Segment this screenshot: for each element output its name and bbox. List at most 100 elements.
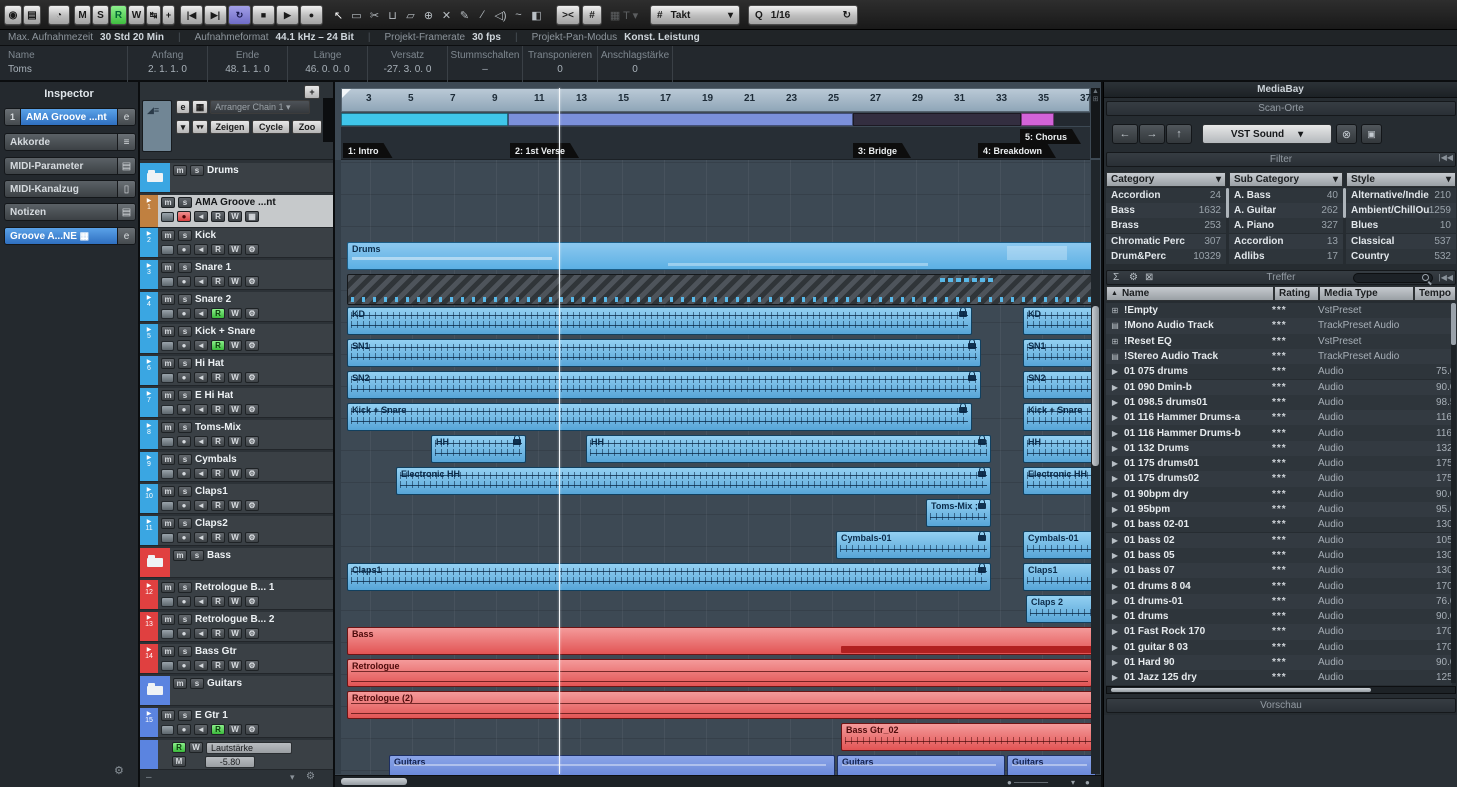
color-tool-icon[interactable]: ◧ xyxy=(528,5,545,25)
zoom-preset-icon[interactable]: ● xyxy=(1085,778,1090,787)
arranger-section[interactable] xyxy=(1021,113,1054,126)
channel-settings-button[interactable]: ⚙ xyxy=(245,436,259,447)
inspector-item-icon[interactable]: e xyxy=(117,228,135,244)
filter-row[interactable]: Drum&Perc10329 xyxy=(1106,249,1226,264)
read-automation-button[interactable]: R xyxy=(211,596,225,607)
read-automation-button[interactable]: R xyxy=(211,211,225,222)
monitor-button[interactable]: ◄ xyxy=(194,372,208,383)
playhead-cursor[interactable] xyxy=(559,88,560,774)
zoom-slider[interactable]: ● ────── xyxy=(1007,778,1048,787)
result-rating[interactable]: *** xyxy=(1272,489,1318,500)
result-rating[interactable]: *** xyxy=(1272,382,1318,393)
read-automation-button[interactable]: R xyxy=(211,500,225,511)
filter-header[interactable]: Filter xyxy=(1106,152,1456,167)
mute-button[interactable]: m xyxy=(161,454,175,465)
monitor-button[interactable]: ◄ xyxy=(194,468,208,479)
result-rating[interactable]: *** xyxy=(1272,626,1318,637)
draw-tool-icon[interactable]: ✎ xyxy=(456,5,473,25)
read-automation-button[interactable]: R xyxy=(211,660,225,671)
clip-toms-mix-[interactable]: Toms-Mix ; xyxy=(926,499,991,527)
read-automation-button[interactable]: R xyxy=(211,372,225,383)
media-result-row[interactable]: ▶01 Jazz 125 dry***Audio125.000 xyxy=(1106,670,1452,685)
channel-settings-button[interactable]: ⚙ xyxy=(245,500,259,511)
scroll-thumb[interactable] xyxy=(341,778,407,785)
track-row[interactable]: ▶11msClaps2●◄RW⚙ xyxy=(140,516,335,546)
clip-kd[interactable]: KD xyxy=(1023,307,1096,335)
expand-all-icon[interactable]: ▾▾ xyxy=(192,120,208,134)
info-field[interactable]: Anfang2. 1. 1. 0 xyxy=(128,46,208,82)
monitor-button[interactable]: ◄ xyxy=(194,724,208,735)
media-result-row[interactable]: ▶01 bass 05***Audio130.000 xyxy=(1106,548,1452,563)
result-rating[interactable]: *** xyxy=(1272,473,1318,484)
clip-bass-gtr-02[interactable]: Bass Gtr_02 xyxy=(841,723,1096,751)
media-result-row[interactable]: ▶01 drums-01***Audio76.000 xyxy=(1106,594,1452,609)
read-automation-button[interactable]: R xyxy=(211,244,225,255)
mute-automation-button[interactable]: M xyxy=(172,756,186,767)
track-row[interactable]: ▶3msSnare 1●◄RW⚙ xyxy=(140,260,335,290)
results-column-header-rating[interactable]: Rating xyxy=(1274,286,1319,301)
solo-button[interactable]: s xyxy=(178,390,192,401)
track-row[interactable]: ▶1msAMA Groove ...nt●◄RW▦ xyxy=(140,195,335,228)
reset-filter-icon[interactable]: ⊠ xyxy=(1145,271,1153,285)
marker-flag[interactable]: 5: Chorus xyxy=(1020,129,1081,144)
erase-tool-icon[interactable]: ▱ xyxy=(402,5,419,25)
info-field[interactable]: Stummschalten– xyxy=(448,46,523,82)
filter-column-header[interactable]: Sub Category▾ xyxy=(1229,172,1343,187)
glue-tool-icon[interactable]: ⊔ xyxy=(384,5,401,25)
clip-drums[interactable]: Drums xyxy=(347,242,1096,270)
marker-flag[interactable]: 3: Bridge xyxy=(853,143,911,158)
channel-settings-button[interactable]: ⚙ xyxy=(245,308,259,319)
pointer-tool-icon[interactable]: ↖ xyxy=(330,5,347,25)
arrange-vertical-scrollbar[interactable] xyxy=(1091,160,1100,774)
clip-retrologue-2-[interactable]: Retrologue (2) xyxy=(347,691,1096,719)
filter-row[interactable]: Ambient/ChillOut1259 xyxy=(1346,203,1456,218)
info-field[interactable]: NameToms xyxy=(0,46,128,82)
track-list-chevron-down-icon[interactable]: ▾ xyxy=(290,772,295,783)
solo-button[interactable]: s xyxy=(178,422,192,433)
filter-row[interactable]: Country532 xyxy=(1346,249,1456,264)
solo-button[interactable]: s xyxy=(190,165,204,176)
record-enable-button[interactable]: ● xyxy=(177,628,191,639)
media-result-row[interactable]: ▶01 90bpm dry***Audio90.000 xyxy=(1106,487,1452,502)
solo-button[interactable]: s xyxy=(178,230,192,241)
results-collapse-icon[interactable]: |◀◀ xyxy=(1439,271,1453,285)
scan-locations-header[interactable]: Scan-Orte xyxy=(1106,101,1456,116)
monitor-button[interactable]: ◄ xyxy=(194,660,208,671)
monitor-button[interactable]: ◄ xyxy=(194,596,208,607)
read-automation-button[interactable]: R xyxy=(211,276,225,287)
media-result-row[interactable]: ▶01 bass 07***Audio130.000 xyxy=(1106,563,1452,578)
mute-button[interactable]: m xyxy=(173,678,187,689)
mute-button[interactable]: m xyxy=(161,710,175,721)
channel-settings-button[interactable]: ⚙ xyxy=(245,724,259,735)
autoscroll-icon[interactable]: ↹ xyxy=(146,5,161,25)
record-enable-button[interactable]: ● xyxy=(177,596,191,607)
monitor-button[interactable]: ◄ xyxy=(194,340,208,351)
read-automation-button[interactable]: R xyxy=(211,436,225,447)
folder-track-row[interactable]: msDrums xyxy=(140,163,335,193)
track-row[interactable]: ▶10msClaps1●◄RW⚙ xyxy=(140,484,335,514)
channel-settings-button[interactable]: ⚙ xyxy=(245,404,259,415)
read-automation-button[interactable]: R xyxy=(211,628,225,639)
results-column-header-name[interactable]: ▲Name xyxy=(1106,286,1274,301)
arranger-section[interactable] xyxy=(341,113,508,126)
range-tool-icon[interactable]: ▭ xyxy=(348,5,365,25)
arranger-chain-dropdown[interactable]: Arranger Chain 1 ▾ xyxy=(210,100,310,114)
mute-button[interactable]: m xyxy=(161,422,175,433)
arranger-track[interactable] xyxy=(341,113,1090,126)
clip-sn1[interactable]: SN1 xyxy=(1023,339,1096,367)
filter-column-header[interactable]: Category▾ xyxy=(1106,172,1226,187)
record-enable-button[interactable]: ● xyxy=(177,724,191,735)
drum-editor-button[interactable]: ▦ xyxy=(245,211,259,222)
inspector-item-icon[interactable]: ≡ xyxy=(117,134,135,150)
track-row[interactable]: ▶4msSnare 2●◄RW⚙ xyxy=(140,292,335,322)
read-automation-button[interactable]: R xyxy=(211,468,225,479)
up-button[interactable]: ↑ xyxy=(1166,124,1192,144)
filter-row[interactable]: A. Guitar262 xyxy=(1229,203,1343,218)
automation-lane-row[interactable]: RWLautstärkeM-5.80 xyxy=(140,740,335,770)
mute-button[interactable]: m xyxy=(161,197,175,208)
media-result-row[interactable]: ▶01 090 Dmin-b***Audio90.000 xyxy=(1106,380,1452,395)
snap-cursor-icon[interactable]: + xyxy=(162,5,175,25)
clear-location-icon[interactable]: ⊗ xyxy=(1336,124,1357,144)
inspector-item-icon[interactable]: ▤ xyxy=(117,158,135,174)
track-row[interactable]: ▶13msRetrologue B... 2●◄RW⚙ xyxy=(140,612,335,642)
